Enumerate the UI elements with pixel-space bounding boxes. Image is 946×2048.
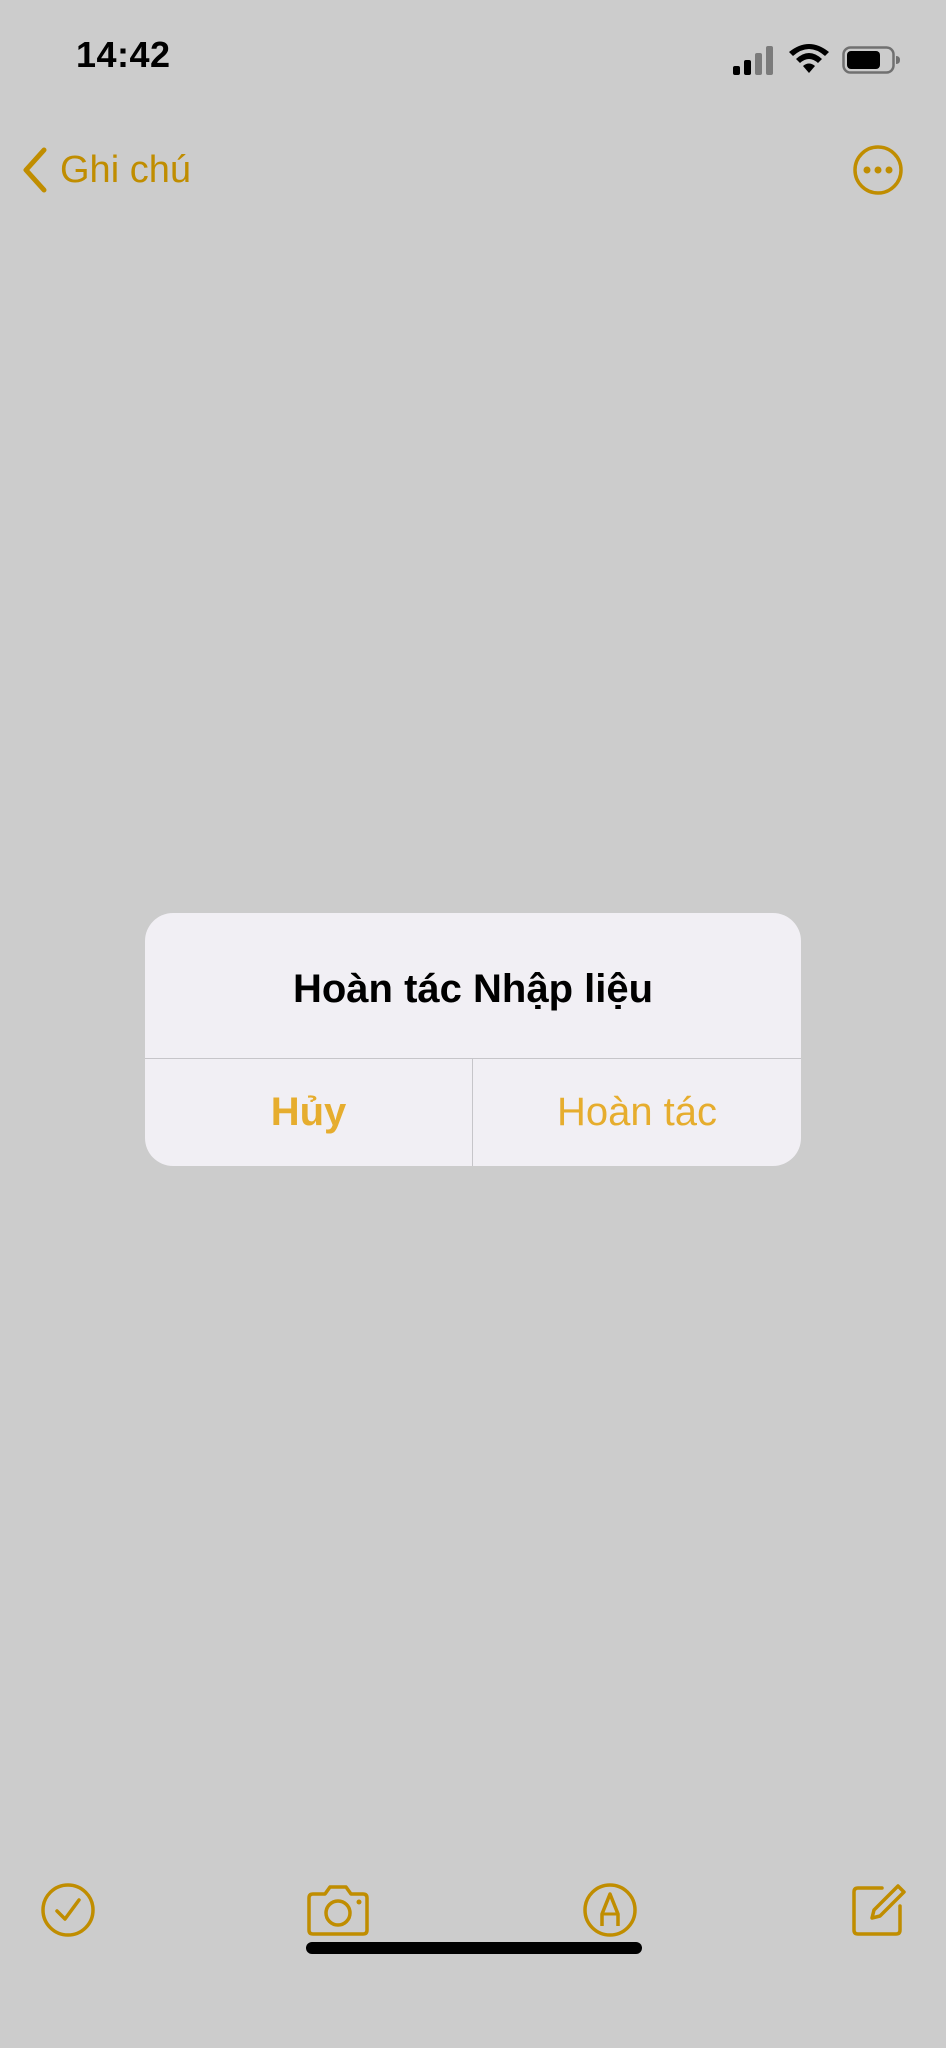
- undo-button[interactable]: Hoàn tác: [473, 1059, 801, 1166]
- alert-title: Hoàn tác Nhập liệu: [292, 967, 654, 1011]
- cancel-button[interactable]: Hủy: [145, 1059, 472, 1166]
- home-indicator[interactable]: [306, 1942, 642, 1954]
- undo-alert-dialog: Hoàn tác Nhập liệu Hủy Hoàn tác: [145, 913, 801, 1166]
- notes-screen: 14:42 Ghi chú Hoàn tác Nhập liệu Hủy Hoà…: [0, 0, 946, 2048]
